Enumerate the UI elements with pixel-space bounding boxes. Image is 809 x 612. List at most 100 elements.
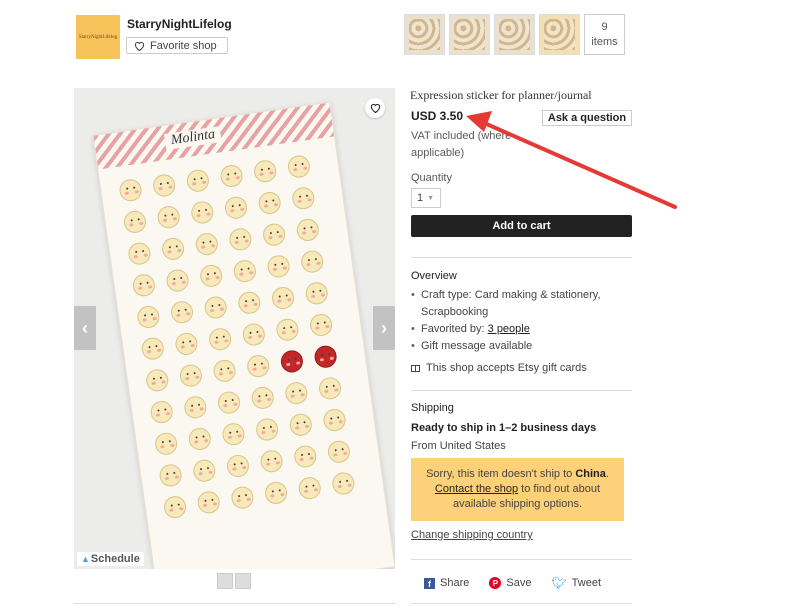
list-item: Craft type: Card making & stationery, Scr… (411, 287, 632, 321)
schedule-button[interactable]: ▲Schedule (77, 552, 144, 566)
sticker-face (229, 485, 255, 511)
sticker-face (216, 390, 242, 416)
sticker-face (266, 253, 291, 279)
sticker-face (304, 280, 330, 306)
sticker-face (189, 200, 215, 225)
sticker-face (261, 222, 287, 248)
price: USD 3.50 (411, 109, 464, 123)
craft-type-line-2: Scrapbooking (421, 306, 489, 318)
chevron-left-icon: ‹ (82, 317, 88, 338)
more-items-count: 9 (601, 20, 608, 33)
twitter-icon: 🐦︎ (551, 576, 567, 590)
warning-text-1: Sorry, this item doesn't ship to (426, 468, 573, 480)
pager-thumb[interactable] (235, 573, 251, 589)
sticker-face (245, 353, 271, 379)
contact-shop-link[interactable]: Contact the shop (435, 483, 518, 495)
ask-question-button[interactable]: Ask a question (542, 110, 632, 126)
sticker-face (160, 236, 186, 262)
favorite-item-button[interactable] (365, 98, 385, 118)
shop-name[interactable]: StarryNightLifelog (127, 17, 232, 31)
thumbnail[interactable] (449, 14, 490, 55)
sticker-face (299, 249, 325, 275)
chevron-right-icon: › (381, 317, 387, 338)
sticker-face (232, 258, 258, 284)
thumbnail[interactable] (494, 14, 535, 55)
more-items-button[interactable]: 9 items (584, 14, 625, 55)
quantity-label: Quantity (411, 172, 452, 184)
sticker-face (221, 421, 246, 447)
favorite-shop-button[interactable]: Favorite shop (126, 37, 228, 54)
sticker-face (178, 363, 204, 389)
schedule-label: Schedule (90, 553, 140, 565)
facebook-icon: f (424, 577, 435, 589)
sticker-face (223, 195, 249, 221)
sticker-face (290, 185, 316, 211)
divider (411, 257, 632, 258)
sticker-face (257, 190, 283, 216)
thumbnail[interactable] (404, 14, 445, 55)
list-item: Gift message available (411, 338, 632, 355)
next-image-button[interactable]: › (373, 306, 395, 350)
sticker-face (187, 426, 213, 452)
divider (411, 559, 632, 560)
pinterest-icon: P (489, 577, 502, 589)
facebook-share-button[interactable]: f Share (424, 577, 469, 589)
vat-line-2: applicable) (411, 147, 465, 159)
pager-thumb[interactable] (217, 573, 233, 589)
heart-outline-icon (370, 103, 380, 113)
sticker-face (297, 475, 323, 501)
listing-title: Expression sticker for planner/journal (410, 88, 592, 102)
sticker-face (140, 336, 166, 362)
sticker-face (165, 268, 190, 293)
sticker-face (313, 344, 339, 370)
twitter-tweet-label: Tweet (571, 577, 602, 589)
favorited-label: Favorited by: (421, 323, 488, 335)
share-bar: f Share P Save 🐦︎ Tweet (424, 576, 601, 590)
sticker-face (153, 431, 179, 457)
sticker-face (162, 494, 188, 520)
sticker-face (149, 399, 175, 425)
more-items-label: items (591, 35, 618, 48)
sticker-face (250, 385, 276, 411)
twitter-tweet-button[interactable]: 🐦︎ Tweet (551, 576, 601, 590)
ships-from: From United States (411, 440, 506, 452)
vat-line-1: VAT included (where (411, 130, 512, 142)
favorite-shop-label: Favorite shop (150, 39, 217, 52)
sticker-face (308, 312, 334, 338)
sticker-face (182, 394, 208, 420)
shop-logo[interactable]: StarryNightLifelog (76, 15, 120, 59)
sticker-face (185, 168, 211, 194)
sticker-face (144, 367, 170, 393)
sticker-face (135, 304, 161, 330)
add-to-cart-button[interactable]: Add to cart (411, 215, 632, 237)
sticker-face (326, 439, 352, 465)
sticker-face (169, 299, 195, 325)
product-image: Molinta ‹ › ▲Schedule (74, 88, 395, 569)
sticker-face (330, 471, 356, 496)
sticker-face (131, 272, 157, 298)
sticker-face (156, 204, 182, 230)
overview-title: Overview (411, 270, 457, 282)
chevron-down-icon: ▼ (427, 194, 435, 202)
gift-cards-text: This shop accepts Etsy gift cards (426, 362, 587, 374)
sticker-face (286, 154, 312, 179)
sticker-face (283, 380, 309, 406)
previous-image-button[interactable]: ‹ (74, 306, 96, 350)
overview-list: Craft type: Card making & stationery, Scr… (411, 287, 632, 355)
image-pager (217, 573, 251, 589)
sticker-face (259, 448, 285, 474)
shop-logo-text: StarryNightLifelog (78, 34, 118, 40)
quantity-select[interactable]: 1 ▼ (411, 188, 441, 208)
craft-type-line-1: Craft type: Card making & stationery, (421, 289, 601, 301)
pinterest-save-button[interactable]: P Save (489, 577, 531, 589)
sticker-face (263, 480, 289, 506)
sticker-face (118, 177, 143, 203)
change-shipping-country-link[interactable]: Change shipping country (411, 529, 533, 541)
gift-cards-note: This shop accepts Etsy gift cards (411, 362, 587, 374)
sticker-face (254, 417, 280, 442)
sticker-face (212, 358, 238, 384)
warning-country: China (575, 468, 606, 480)
sticker-face (270, 285, 296, 311)
favorited-link[interactable]: 3 people (488, 323, 530, 335)
thumbnail[interactable] (539, 14, 580, 55)
